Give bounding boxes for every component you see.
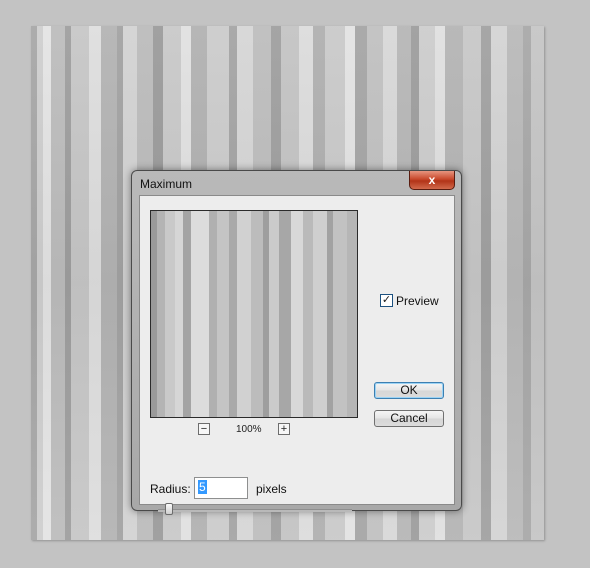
minus-icon: − [200,423,208,435]
close-icon: x [428,173,436,187]
radius-value: 5 [198,480,207,494]
zoom-in-button[interactable]: + [278,423,290,435]
radius-label: Radius: [150,482,191,496]
radius-slider-thumb[interactable] [165,503,173,515]
zoom-level: 100% [236,424,262,435]
radius-slider-track[interactable] [158,509,352,512]
radius-input[interactable]: 5 [194,477,248,499]
dialog-titlebar[interactable]: Maximum x [132,171,461,195]
preview-checkbox[interactable]: ✓ [380,294,393,307]
plus-icon: + [280,423,288,435]
dialog-title: Maximum [140,177,193,191]
ok-button[interactable]: OK [374,382,444,399]
maximum-filter-dialog: Maximum x − 100% + OK Cancel ✓ Preview R… [131,170,462,515]
close-button[interactable]: x [409,171,455,190]
preview-label: Preview [396,294,439,308]
checkmark-icon: ✓ [381,294,392,306]
cancel-button[interactable]: Cancel [374,410,444,427]
filter-preview-image[interactable] [150,210,358,418]
zoom-out-button[interactable]: − [198,423,210,435]
radius-units-label: pixels [256,482,287,496]
dialog-client-area: − 100% + OK Cancel ✓ Preview Radius: 5 p… [139,195,455,515]
